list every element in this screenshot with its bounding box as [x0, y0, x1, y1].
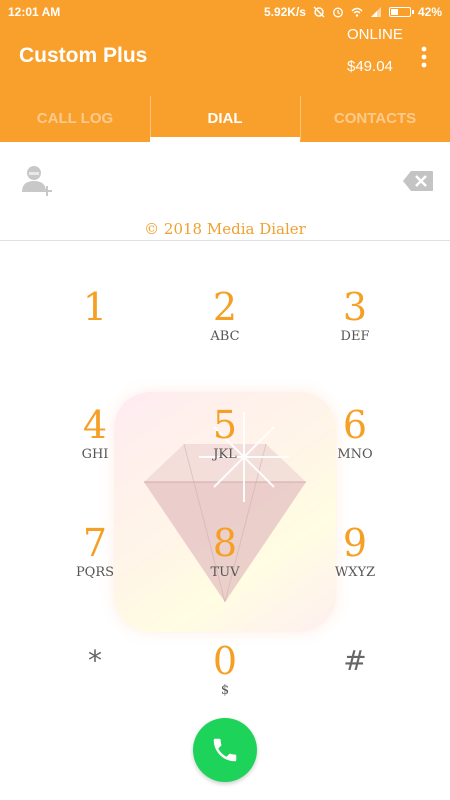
tab-label: CONTACTS: [333, 109, 417, 127]
key-1[interactable]: 1: [30, 280, 160, 380]
key-letters: $: [220, 683, 230, 698]
key-letters: TUV: [210, 565, 240, 580]
key-letters: ABC: [210, 329, 240, 344]
sync-off-icon: [313, 6, 325, 18]
key-digit: 0: [212, 639, 238, 683]
key-digit: 2: [212, 285, 238, 329]
network-speed: 5.92K/s: [263, 5, 306, 19]
account-balance: $49.04: [347, 58, 393, 75]
battery-percent: 42%: [417, 5, 442, 19]
key-9[interactable]: 9 WXYZ: [290, 516, 420, 616]
app-bar: Custom Plus ONLINE $49.04: [0, 24, 450, 94]
key-digit: *: [88, 644, 102, 677]
key-hash[interactable]: #: [290, 634, 420, 734]
app-title: Custom Plus: [19, 44, 148, 67]
signal-icon: [370, 7, 381, 17]
key-5[interactable]: 5 JKL: [160, 398, 290, 498]
battery-icon: [388, 7, 414, 17]
status-icons: 5.92K/s 42%: [264, 5, 442, 19]
backspace-icon[interactable]: [402, 170, 434, 192]
tab-divider: [300, 96, 301, 140]
key-digit: 1: [82, 285, 108, 329]
key-2[interactable]: 2 ABC: [160, 280, 290, 380]
add-contact-icon[interactable]: [20, 162, 54, 196]
tab-call-log[interactable]: CALL LOG: [0, 94, 150, 142]
wifi-icon: [351, 7, 363, 17]
key-letters: JKL: [213, 447, 237, 462]
key-digit: 3: [342, 285, 368, 329]
tab-divider: [150, 96, 151, 140]
key-letters: DEF: [340, 329, 370, 344]
key-7[interactable]: 7 PQRS: [30, 516, 160, 616]
phone-icon: [213, 738, 237, 762]
status-bar: 12:01 AM 5.92K/s 42%: [0, 0, 450, 24]
alarm-icon: [333, 7, 343, 18]
status-time: 12:01 AM: [8, 5, 61, 19]
online-status: ONLINE: [347, 26, 403, 43]
call-button[interactable]: [193, 718, 257, 782]
key-letters: PQRS: [75, 565, 115, 580]
copyright-text: © 2018 Media Dialer: [144, 220, 306, 238]
key-digit: 9: [342, 521, 368, 565]
key-digit: 8: [212, 521, 238, 565]
key-6[interactable]: 6 MNO: [290, 398, 420, 498]
key-digit: 6: [342, 403, 368, 447]
number-entry-area[interactable]: © 2018 Media Dialer: [0, 142, 450, 241]
key-letters: GHI: [81, 447, 109, 462]
key-letters: WXYZ: [334, 565, 376, 580]
key-digit: 5: [212, 403, 238, 447]
key-8[interactable]: 8 TUV: [160, 516, 290, 616]
tab-label: DIAL: [207, 109, 243, 127]
key-digit: 7: [82, 521, 108, 565]
key-digit: 4: [82, 403, 108, 447]
key-3[interactable]: 3 DEF: [290, 280, 420, 380]
tab-dial[interactable]: DIAL: [150, 94, 300, 142]
more-vert-icon[interactable]: [414, 42, 434, 72]
key-letters: MNO: [337, 447, 373, 462]
key-digit: #: [343, 644, 367, 677]
tab-contacts[interactable]: CONTACTS: [300, 94, 450, 142]
tab-bar: CALL LOG DIAL CONTACTS: [0, 94, 450, 142]
key-4[interactable]: 4 GHI: [30, 398, 160, 498]
tab-label: CALL LOG: [36, 109, 114, 127]
key-star[interactable]: *: [30, 634, 160, 734]
